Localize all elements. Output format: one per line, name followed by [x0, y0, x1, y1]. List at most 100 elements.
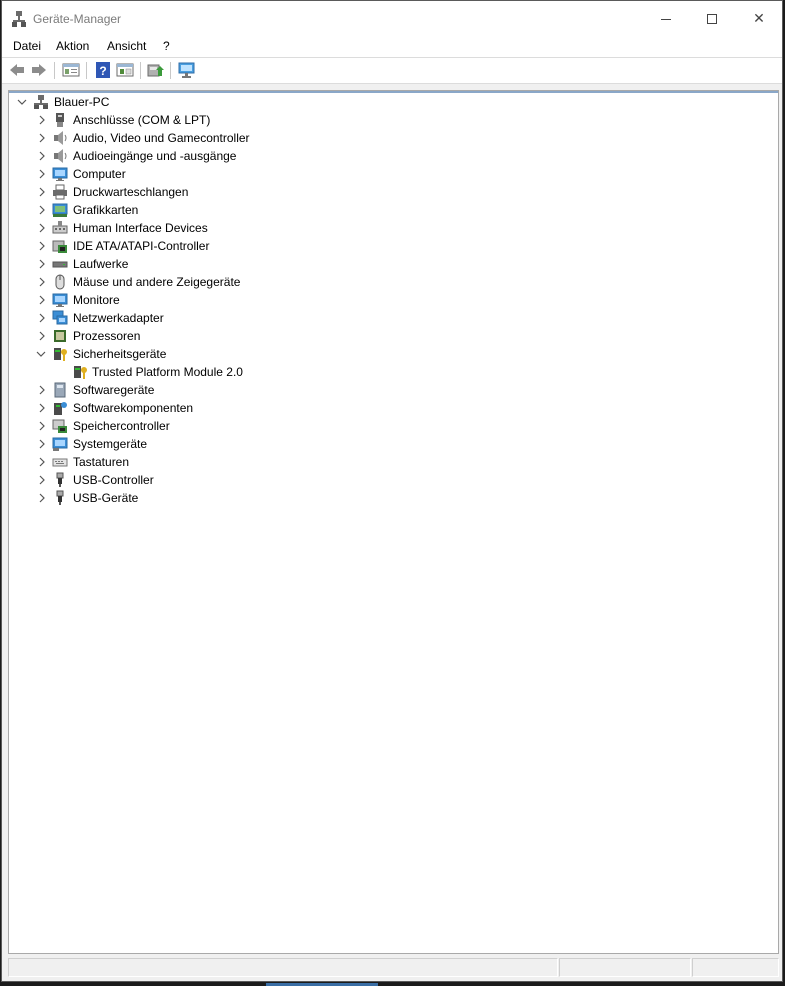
chevron-right-icon[interactable]	[38, 255, 48, 273]
tree-category-label: Human Interface Devices	[73, 221, 208, 235]
chevron-right-icon[interactable]	[38, 147, 48, 165]
tree-category-label: Softwarekomponenten	[73, 401, 194, 415]
usb-icon	[52, 471, 68, 489]
tree-category-label: Mäuse und andere Zeigegeräte	[73, 275, 241, 289]
tree-category-label: Prozessoren	[73, 329, 141, 343]
chevron-right-icon[interactable]	[38, 399, 48, 417]
chevron-right-icon[interactable]	[38, 309, 48, 327]
help-icon[interactable]: ?	[94, 61, 112, 79]
menu-action[interactable]: Aktion	[56, 39, 89, 53]
tree-category-item[interactable]: Grafikkarten	[9, 201, 769, 219]
mouse-icon	[52, 273, 68, 291]
maximize-button[interactable]	[689, 1, 735, 36]
device-manager-icon	[12, 11, 26, 27]
chevron-down-icon[interactable]	[17, 93, 27, 111]
tree-category-item[interactable]: Mäuse und andere Zeigegeräte	[9, 273, 769, 291]
show-hide-console-tree-icon[interactable]	[62, 61, 80, 79]
update-driver-icon[interactable]	[147, 61, 165, 79]
ports-icon	[52, 111, 68, 129]
tree-category-label: Grafikkarten	[73, 203, 139, 217]
minimize-icon	[661, 18, 671, 20]
tree-category-item[interactable]: Softwarekomponenten	[9, 399, 769, 417]
chevron-right-icon[interactable]	[38, 183, 48, 201]
chevron-right-icon[interactable]	[38, 219, 48, 237]
device-tree[interactable]: Blauer-PC Anschlüsse (COM & LPT) Audio, Vi…	[8, 90, 779, 954]
chevron-right-icon[interactable]	[38, 489, 48, 507]
chevron-right-icon[interactable]	[38, 165, 48, 183]
chevron-down-icon[interactable]	[36, 345, 46, 363]
toolbar-separator	[54, 62, 55, 79]
software-component-icon	[52, 399, 68, 417]
tree-root[interactable]: Blauer-PC	[9, 93, 769, 111]
tree-category-item[interactable]: USB-Controller	[9, 471, 769, 489]
tree-device-item[interactable]: Trusted Platform Module 2.0	[9, 363, 769, 381]
menu-file[interactable]: Datei	[13, 39, 41, 53]
display-adapter-icon	[52, 201, 68, 219]
tree-category-item[interactable]: Tastaturen	[9, 453, 769, 471]
menu-view[interactable]: Ansicht	[107, 39, 146, 53]
tree-category-item[interactable]: Netzwerkadapter	[9, 309, 769, 327]
chevron-right-icon[interactable]	[38, 453, 48, 471]
tree-category-label: Audioeingänge und -ausgänge	[73, 149, 237, 163]
properties-pane-icon[interactable]	[116, 61, 134, 79]
tree-category-item[interactable]: Laufwerke	[9, 255, 769, 273]
chevron-right-icon[interactable]	[38, 237, 48, 255]
tree-device-label: Trusted Platform Module 2.0	[92, 365, 243, 379]
maximize-icon	[707, 14, 717, 25]
chevron-right-icon[interactable]	[38, 129, 48, 147]
minimize-button[interactable]	[643, 1, 689, 36]
chevron-right-icon[interactable]	[38, 381, 48, 399]
tree-category-item[interactable]: Prozessoren	[9, 327, 769, 345]
back-arrow-icon[interactable]	[8, 61, 26, 79]
tree-category-item[interactable]: Human Interface Devices	[9, 219, 769, 237]
status-segment	[692, 958, 779, 977]
ide-controller-icon	[52, 237, 68, 255]
toolbar-separator	[86, 62, 87, 79]
tree-category-item[interactable]: Audioeingänge und -ausgänge	[9, 147, 769, 165]
speaker-icon	[52, 147, 68, 165]
chevron-right-icon[interactable]	[38, 327, 48, 345]
tree-category-item[interactable]: Computer	[9, 165, 769, 183]
hid-icon	[52, 219, 68, 237]
tree-category-label: Sicherheitsgeräte	[73, 347, 167, 361]
tree-category-label: Tastaturen	[73, 455, 130, 469]
tree-category-item[interactable]: Systemgeräte	[9, 435, 769, 453]
computer-tree-icon	[33, 93, 49, 111]
tree-category-item[interactable]: Audio, Video und Gamecontroller	[9, 129, 769, 147]
toolbar: ?	[2, 58, 782, 84]
tree-category-item[interactable]: Speichercontroller	[9, 417, 769, 435]
usb-icon	[52, 489, 68, 507]
keyboard-icon	[52, 453, 68, 471]
tree-category-item[interactable]: Monitore	[9, 291, 769, 309]
monitor-icon	[52, 291, 68, 309]
system-device-icon	[52, 435, 68, 453]
chevron-right-icon[interactable]	[38, 471, 48, 489]
tree-category-item[interactable]: Druckwarteschlangen	[9, 183, 769, 201]
chevron-right-icon[interactable]	[38, 111, 48, 129]
close-button[interactable]: ✕	[736, 1, 782, 36]
title-bar[interactable]: Geräte-Manager ✕	[2, 1, 782, 36]
chevron-right-icon[interactable]	[38, 417, 48, 435]
scan-hardware-icon[interactable]	[178, 61, 196, 79]
tree-category-item[interactable]: Anschlüsse (COM & LPT)	[9, 111, 769, 129]
tree-category-label: Netzwerkadapter	[73, 311, 164, 325]
chevron-right-icon[interactable]	[38, 201, 48, 219]
tree-category-item[interactable]: USB-Geräte	[9, 489, 769, 507]
chevron-right-icon[interactable]	[38, 273, 48, 291]
status-segment	[559, 958, 691, 977]
network-adapter-icon	[52, 309, 68, 327]
tree-category-label: Speichercontroller	[73, 419, 170, 433]
tree-category-item[interactable]: Softwaregeräte	[9, 381, 769, 399]
chevron-right-icon[interactable]	[38, 291, 48, 309]
svg-text:?: ?	[99, 64, 106, 78]
status-segment	[8, 958, 558, 977]
tree-category-label: Computer	[73, 167, 126, 181]
menu-help[interactable]: ?	[163, 39, 170, 53]
printer-icon	[52, 183, 68, 201]
tree-category-item[interactable]: IDE ATA/ATAPI-Controller	[9, 237, 769, 255]
tree-category-item[interactable]: Sicherheitsgeräte	[9, 345, 769, 363]
forward-arrow-icon[interactable]	[30, 61, 48, 79]
chevron-right-icon[interactable]	[38, 435, 48, 453]
tree-category-label: USB-Geräte	[73, 491, 139, 505]
toolbar-separator	[170, 62, 171, 79]
